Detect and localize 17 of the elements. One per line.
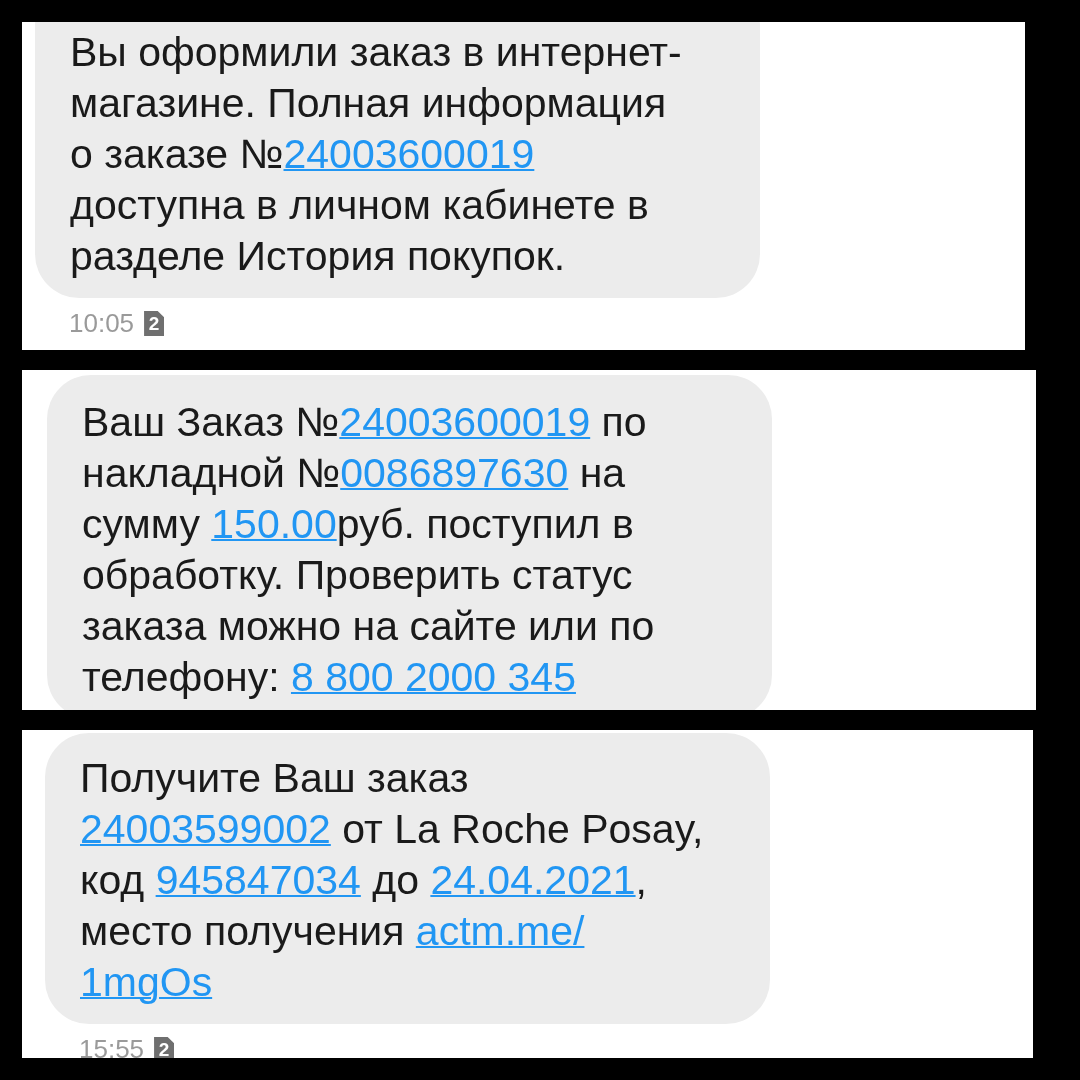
sim-icon: 2 xyxy=(154,1037,175,1058)
message-text: Ваш Заказ №24003600019 по накладной №0086897630 на сумму 150.00руб. поступил в обработку. Проверить статус заказа можно на сайте или по телефону: 8 800 2000 345 xyxy=(82,398,656,702)
message-link[interactable]: 945847034 xyxy=(155,857,361,903)
message-time: 15:55 xyxy=(79,1034,145,1058)
message-link[interactable]: 150.00 xyxy=(211,501,337,547)
message-link[interactable]: 0086897630 xyxy=(340,450,569,496)
message-link[interactable]: 24003599002 xyxy=(80,806,331,852)
message-time: 10:05 xyxy=(69,308,135,339)
message-link[interactable]: 24003600019 xyxy=(283,131,535,177)
message-link[interactable]: 24003600019 xyxy=(339,399,591,445)
sim-icon: 2 xyxy=(144,311,165,336)
message-link[interactable]: actm.me/ xyxy=(415,908,585,954)
message-link[interactable]: 1mgOs xyxy=(80,959,213,1005)
message-text: Получите Ваш заказ 24003599002 от La Roche Posay, код 945847034 до 24.04.2021, место получения actm.me/ 1mgOs xyxy=(80,754,705,1007)
message-text: Вы оформили заказ в интернет- магазине. Полная информация о заказе №24003600019 доступна в личном кабинете в разделе История покупок. xyxy=(70,28,683,281)
message-link[interactable]: 24.04.2021 xyxy=(430,857,636,903)
message-link[interactable]: 8 800 2000 345 xyxy=(290,654,576,700)
